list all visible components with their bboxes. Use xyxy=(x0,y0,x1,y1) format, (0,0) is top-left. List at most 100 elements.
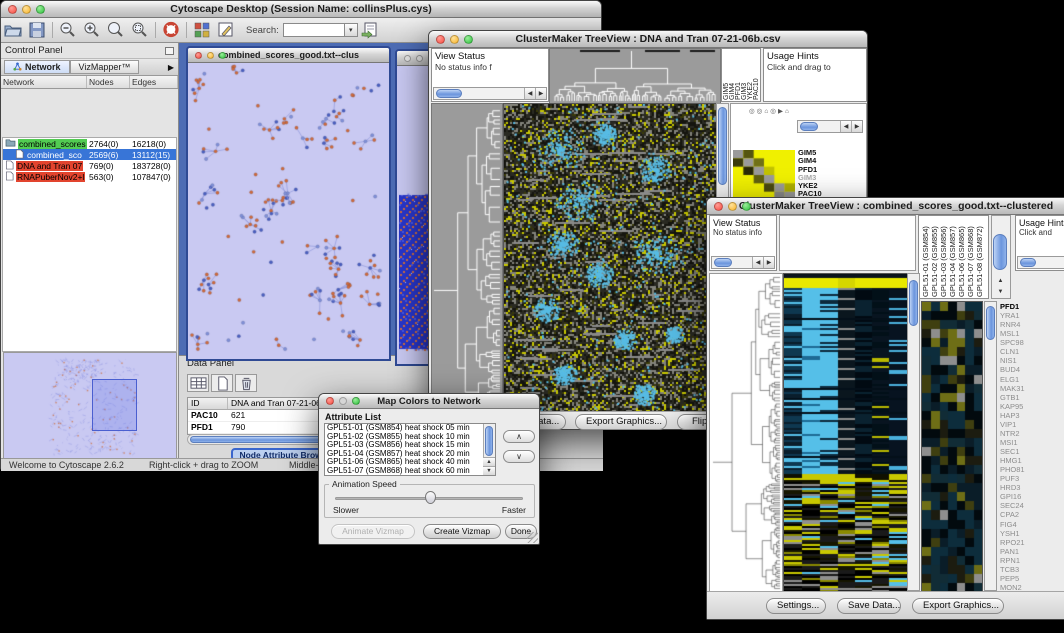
usage-hints-hscrollbar[interactable] xyxy=(1017,256,1064,269)
heatmap-view[interactable] xyxy=(783,273,908,593)
tab-network[interactable]: Network xyxy=(4,60,70,74)
scroll-up-icon[interactable] xyxy=(995,275,1006,286)
move-up-button[interactable]: ∧ xyxy=(503,430,535,443)
column-nodes[interactable]: Nodes xyxy=(87,76,130,88)
zoom-heatmap-view[interactable] xyxy=(921,301,983,593)
float-panel-icon[interactable] xyxy=(165,47,174,55)
new-attribute-icon[interactable] xyxy=(211,374,233,392)
save-icon[interactable] xyxy=(25,20,49,40)
network-list-item[interactable]: RNAPuberNov2+l563(0)107847(0) xyxy=(3,171,176,182)
network-list-item[interactable]: combined_sco2569(6)13112(15) xyxy=(3,149,176,160)
row-dendrogram[interactable] xyxy=(709,273,783,593)
scroll-down-icon[interactable] xyxy=(483,466,495,475)
close-icon[interactable] xyxy=(326,397,334,405)
heatmap-vscrollbar[interactable] xyxy=(907,273,920,591)
minimize-icon[interactable] xyxy=(728,202,737,211)
slider-knob[interactable] xyxy=(425,491,436,504)
gene-label: SPC98 xyxy=(1000,338,1060,347)
scroll-right-icon[interactable] xyxy=(851,121,862,132)
zoom-window-icon[interactable] xyxy=(219,52,226,59)
id-column-header[interactable]: ID xyxy=(188,398,228,409)
vizmapper-icon[interactable] xyxy=(190,20,214,40)
close-icon[interactable] xyxy=(195,52,202,59)
birdseye-viewport-rect[interactable] xyxy=(92,379,137,431)
column-dendrogram-area[interactable] xyxy=(779,215,916,271)
scroll-up-icon[interactable] xyxy=(483,457,495,466)
control-panel-tabs: NetworkVizMapper™ xyxy=(1,58,178,76)
save-data-button[interactable]: Save Data... xyxy=(837,598,901,614)
scroll-left-icon[interactable] xyxy=(752,257,763,268)
scroll-right-icon[interactable] xyxy=(535,88,546,99)
attribute-item[interactable]: GPL51-07 (GSM868) heat shock 60 min xyxy=(325,467,495,476)
network-list-item[interactable]: combined_scores2764(0)16218(0) xyxy=(3,138,176,149)
open-icon[interactable] xyxy=(1,20,25,40)
close-icon[interactable] xyxy=(714,202,723,211)
main-titlebar[interactable]: Cytoscape Desktop (Session Name: collins… xyxy=(1,1,601,18)
labels-vscrollbar[interactable] xyxy=(991,215,1011,299)
minimize-icon[interactable] xyxy=(339,397,347,405)
gene-label: CLN1 xyxy=(1000,347,1060,356)
scroll-down-icon[interactable] xyxy=(995,286,1006,297)
export-graphics-button[interactable]: Export Graphics... xyxy=(912,598,1004,614)
minimize-icon[interactable] xyxy=(450,35,459,44)
export-graphics-button[interactable]: Export Graphics... xyxy=(575,414,667,430)
network-view-titlebar[interactable]: combined_scores_good.txt--cluste... xyxy=(188,48,389,63)
network-list-item[interactable]: DNA and Tran 07769(0)183728(0) xyxy=(3,160,176,171)
detail-hscrollbar[interactable] xyxy=(797,120,863,133)
birdseye-view[interactable] xyxy=(3,352,177,462)
column-labels: GIM5GIM4PFD1GIM3YKE2PAC10 xyxy=(721,48,761,102)
zoom-vscrollbar[interactable] xyxy=(984,301,997,591)
treeview-dna-titlebar[interactable]: ClusterMaker TreeView : DNA and Tran 07-… xyxy=(429,31,867,48)
heatmap-view[interactable] xyxy=(503,103,717,415)
settings-button[interactable]: Settings... xyxy=(766,598,826,614)
mini-toolbar[interactable]: ◎◎⌂◎▶⌂ xyxy=(749,107,791,115)
minimize-icon[interactable] xyxy=(22,5,31,14)
zoom-window-icon[interactable] xyxy=(36,5,45,14)
gene-label: TCB3 xyxy=(1000,565,1060,574)
zoom-fit-icon[interactable] xyxy=(104,20,128,40)
attribute-list-label: Attribute List xyxy=(325,412,381,422)
minimize-icon[interactable] xyxy=(416,55,423,62)
close-icon[interactable] xyxy=(8,5,17,14)
create-vizmap-button[interactable]: Create Vizmap xyxy=(423,524,501,539)
zoom-window-icon[interactable] xyxy=(742,202,751,211)
delete-attribute-icon[interactable] xyxy=(235,374,257,392)
view-status-hscrollbar[interactable] xyxy=(433,87,547,100)
column-network[interactable]: Network xyxy=(1,76,87,88)
zoom-in-icon[interactable] xyxy=(80,20,104,40)
network-canvas[interactable] xyxy=(189,63,388,359)
attribute-list[interactable]: GPL51-01 (GSM854) heat shock 05 minGPL51… xyxy=(324,423,496,476)
zoom-window-icon[interactable] xyxy=(352,397,360,405)
network-edges-count: 107847(0) xyxy=(132,172,176,182)
resize-grip[interactable] xyxy=(527,532,538,543)
attribute-table-icon[interactable] xyxy=(187,374,209,392)
animation-speed-label: Animation Speed xyxy=(329,479,400,489)
column-dendrogram[interactable] xyxy=(549,48,721,104)
close-icon[interactable] xyxy=(436,35,445,44)
zoom-selected-icon[interactable] xyxy=(128,20,152,40)
zoom-out-icon[interactable] xyxy=(56,20,80,40)
close-icon[interactable] xyxy=(404,55,411,62)
treeview-combined-titlebar[interactable]: ClusterMaker TreeView : combined_scores_… xyxy=(707,198,1064,215)
move-down-button[interactable]: ∨ xyxy=(503,450,535,463)
correlation-heatmap[interactable] xyxy=(733,150,795,200)
row-dendrogram[interactable] xyxy=(431,103,503,415)
scroll-left-icon[interactable] xyxy=(524,88,535,99)
scroll-right-icon[interactable] xyxy=(763,257,774,268)
annotation-icon[interactable] xyxy=(214,20,238,40)
tab-overflow-icon[interactable] xyxy=(168,63,174,72)
column-edges[interactable]: Edges xyxy=(130,76,178,88)
network-view-window[interactable]: combined_scores_good.txt--cluste... xyxy=(186,46,391,361)
view-status-hscrollbar[interactable] xyxy=(711,256,775,269)
status-welcome: Welcome to Cytoscape 2.6.2 xyxy=(9,460,124,470)
attribute-list-vscrollbar[interactable] xyxy=(483,424,495,475)
zoom-window-icon[interactable] xyxy=(464,35,473,44)
help-icon[interactable] xyxy=(159,20,183,40)
search-dropdown-icon[interactable] xyxy=(345,23,358,37)
import-icon[interactable] xyxy=(358,20,382,40)
scroll-left-icon[interactable] xyxy=(840,121,851,132)
tab-vizmapper[interactable]: VizMapper™ xyxy=(70,60,140,74)
dialog-titlebar[interactable]: Map Colors to Network xyxy=(319,394,539,409)
minimize-icon[interactable] xyxy=(207,52,214,59)
search-input[interactable] xyxy=(283,23,345,37)
